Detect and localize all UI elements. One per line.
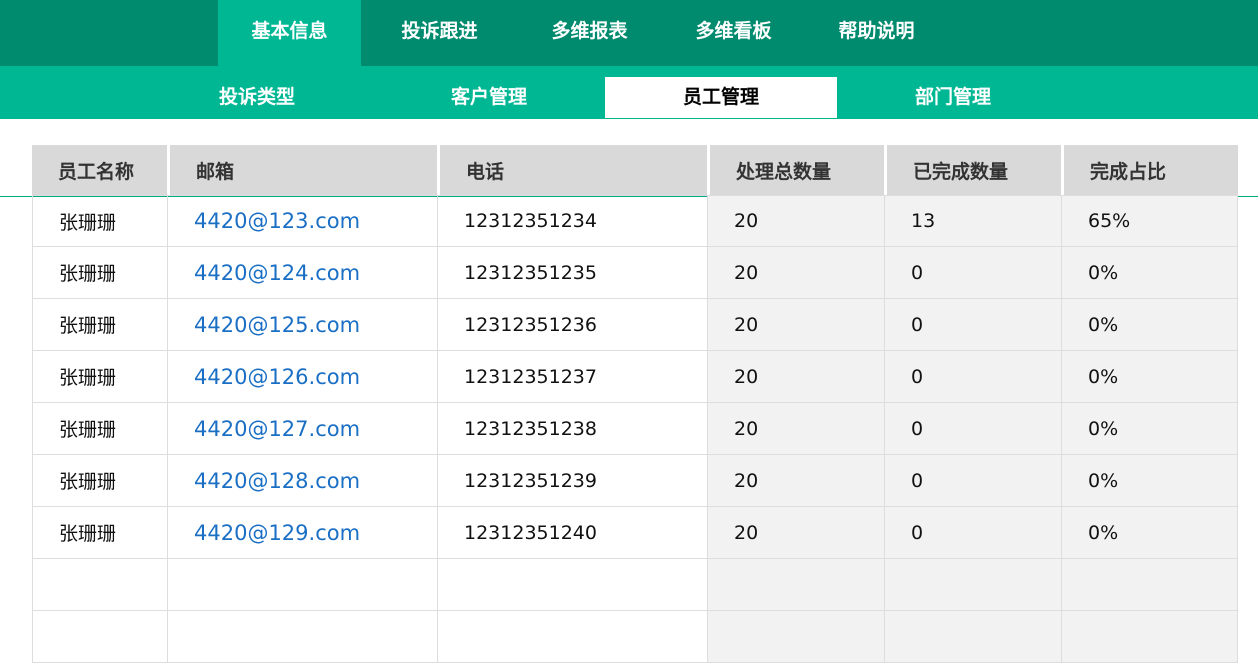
table-row[interactable]: 张珊珊 4420@128.com 12312351239 20 0 0% xyxy=(32,455,1238,507)
email-cell: 4420@123.com xyxy=(167,195,437,247)
table-row[interactable]: 张珊珊 4420@126.com 12312351237 20 0 0% xyxy=(32,351,1238,403)
email-link[interactable]: 4420@125.com xyxy=(194,313,360,337)
subtab-employee-management[interactable]: 员工管理 xyxy=(605,77,837,118)
table-header-row: 员工名称 邮箱 电话 处理总数量 已完成数量 完成占比 xyxy=(32,145,1238,195)
empty-table-row xyxy=(32,611,1238,663)
table-row[interactable]: 张珊珊 4420@124.com 12312351235 20 0 0% xyxy=(32,247,1238,299)
top-navigation: 基本信息 投诉跟进 多维报表 多维看板 帮助说明 xyxy=(0,0,1258,66)
email-link[interactable]: 4420@129.com xyxy=(194,521,360,545)
empty-cell xyxy=(884,611,1061,663)
total-handled-cell: 20 xyxy=(707,299,884,351)
employee-name-cell: 张珊珊 xyxy=(32,195,167,247)
empty-cell xyxy=(167,611,437,663)
employee-name-cell: 张珊珊 xyxy=(32,247,167,299)
tab-multi-reports[interactable]: 多维报表 xyxy=(518,0,661,66)
empty-cell xyxy=(1061,611,1238,663)
subtab-complaint-types[interactable]: 投诉类型 xyxy=(141,77,373,118)
empty-table-row xyxy=(32,559,1238,611)
total-handled-cell: 20 xyxy=(707,247,884,299)
completed-cell: 0 xyxy=(884,247,1061,299)
phone-cell: 12312351238 xyxy=(437,403,707,455)
phone-cell: 12312351234 xyxy=(437,195,707,247)
empty-cell xyxy=(707,611,884,663)
employee-name-cell: 张珊珊 xyxy=(32,403,167,455)
completed-cell: 0 xyxy=(884,351,1061,403)
total-handled-cell: 20 xyxy=(707,507,884,559)
tab-complaint-follow-up[interactable]: 投诉跟进 xyxy=(368,0,511,66)
column-header-phone[interactable]: 电话 xyxy=(437,145,707,195)
column-header-completion-rate[interactable]: 完成占比 xyxy=(1061,145,1238,195)
column-header-email[interactable]: 邮箱 xyxy=(167,145,437,195)
completion-rate-cell: 65% xyxy=(1061,195,1238,247)
completed-cell: 0 xyxy=(884,403,1061,455)
table-row[interactable]: 张珊珊 4420@123.com 12312351234 20 13 65% xyxy=(32,195,1238,247)
employee-name-cell: 张珊珊 xyxy=(32,507,167,559)
subtab-department-management[interactable]: 部门管理 xyxy=(837,77,1069,118)
empty-cell xyxy=(437,559,707,611)
completion-rate-cell: 0% xyxy=(1061,351,1238,403)
completed-cell: 0 xyxy=(884,507,1061,559)
completed-cell: 0 xyxy=(884,299,1061,351)
tab-basic-info[interactable]: 基本信息 xyxy=(218,0,361,66)
table-row[interactable]: 张珊珊 4420@129.com 12312351240 20 0 0% xyxy=(32,507,1238,559)
total-handled-cell: 20 xyxy=(707,195,884,247)
email-link[interactable]: 4420@127.com xyxy=(194,417,360,441)
email-cell: 4420@125.com xyxy=(167,299,437,351)
empty-cell xyxy=(32,559,167,611)
email-link[interactable]: 4420@123.com xyxy=(194,209,360,233)
tab-multi-dashboard[interactable]: 多维看板 xyxy=(662,0,805,66)
email-link[interactable]: 4420@128.com xyxy=(194,469,360,493)
empty-cell xyxy=(32,611,167,663)
empty-cell xyxy=(167,559,437,611)
employee-name-cell: 张珊珊 xyxy=(32,455,167,507)
email-cell: 4420@128.com xyxy=(167,455,437,507)
sub-navigation: 投诉类型 客户管理 员工管理 部门管理 xyxy=(0,66,1258,119)
table-body: 张珊珊 4420@123.com 12312351234 20 13 65% 张珊珊 4420… xyxy=(32,195,1238,663)
phone-cell: 12312351235 xyxy=(437,247,707,299)
column-header-completed[interactable]: 已完成数量 xyxy=(884,145,1061,195)
total-handled-cell: 20 xyxy=(707,403,884,455)
employee-name-cell: 张珊珊 xyxy=(32,351,167,403)
total-handled-cell: 20 xyxy=(707,455,884,507)
completion-rate-cell: 0% xyxy=(1061,507,1238,559)
phone-cell: 12312351237 xyxy=(437,351,707,403)
subtab-customer-management[interactable]: 客户管理 xyxy=(373,77,605,118)
completion-rate-cell: 0% xyxy=(1061,455,1238,507)
email-cell: 4420@127.com xyxy=(167,403,437,455)
empty-cell xyxy=(437,611,707,663)
email-cell: 4420@126.com xyxy=(167,351,437,403)
empty-cell xyxy=(884,559,1061,611)
total-handled-cell: 20 xyxy=(707,351,884,403)
column-header-employee-name[interactable]: 员工名称 xyxy=(32,145,167,195)
empty-cell xyxy=(707,559,884,611)
employee-name-cell: 张珊珊 xyxy=(32,299,167,351)
tab-help[interactable]: 帮助说明 xyxy=(805,0,948,66)
completed-cell: 0 xyxy=(884,455,1061,507)
phone-cell: 12312351240 xyxy=(437,507,707,559)
employee-table: 员工名称 邮箱 电话 处理总数量 已完成数量 完成占比 张珊珊 4420@123.… xyxy=(32,145,1238,663)
email-cell: 4420@129.com xyxy=(167,507,437,559)
completion-rate-cell: 0% xyxy=(1061,247,1238,299)
table-row[interactable]: 张珊珊 4420@127.com 12312351238 20 0 0% xyxy=(32,403,1238,455)
table-row[interactable]: 张珊珊 4420@125.com 12312351236 20 0 0% xyxy=(32,299,1238,351)
completed-cell: 13 xyxy=(884,195,1061,247)
phone-cell: 12312351236 xyxy=(437,299,707,351)
email-link[interactable]: 4420@124.com xyxy=(194,261,360,285)
empty-cell xyxy=(1061,559,1238,611)
completion-rate-cell: 0% xyxy=(1061,403,1238,455)
email-cell: 4420@124.com xyxy=(167,247,437,299)
phone-cell: 12312351239 xyxy=(437,455,707,507)
email-link[interactable]: 4420@126.com xyxy=(194,365,360,389)
completion-rate-cell: 0% xyxy=(1061,299,1238,351)
column-header-total-handled[interactable]: 处理总数量 xyxy=(707,145,884,195)
employee-table-area: 员工名称 邮箱 电话 处理总数量 已完成数量 完成占比 张珊珊 4420@123.… xyxy=(0,119,1258,667)
